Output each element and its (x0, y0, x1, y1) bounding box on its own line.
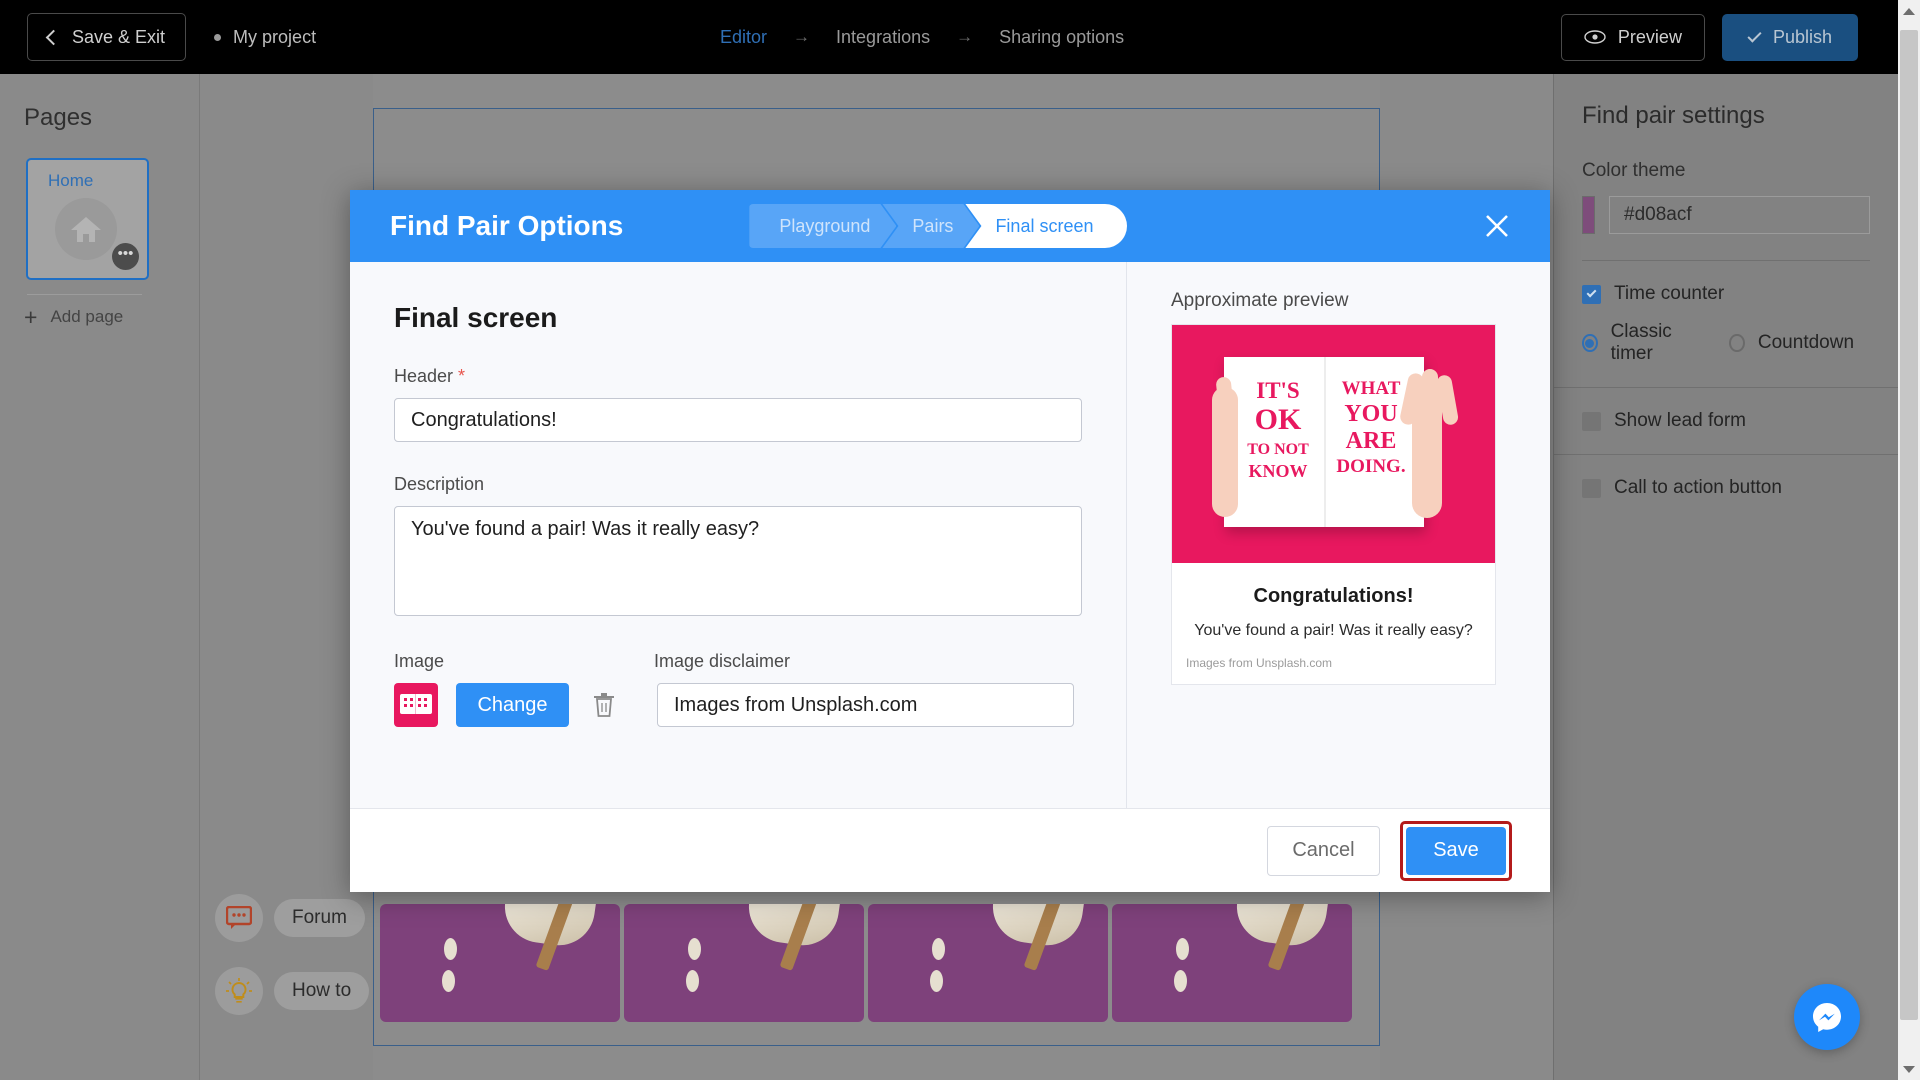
description-textarea[interactable] (394, 506, 1082, 616)
book-text-left-4: KNOW (1248, 461, 1308, 481)
preview-image: IT'S OK TO NOT KNOW WHAT YOU ARE DOING. (1172, 325, 1495, 563)
header-input[interactable] (394, 398, 1082, 442)
final-screen-form: Final screen Header* Description Image I… (350, 262, 1127, 808)
finger (1422, 369, 1438, 425)
preview-card: IT'S OK TO NOT KNOW WHAT YOU ARE DOING. (1171, 324, 1496, 685)
book-text-right-3: ARE (1345, 428, 1397, 454)
preview-panel: Approximate preview IT'S OK TO NOT KNOW … (1127, 262, 1550, 808)
save-button-highlight: Save (1400, 820, 1512, 881)
modal-footer: Cancel Save (350, 808, 1550, 892)
image-thumbnail (394, 683, 438, 727)
modal-title: Find Pair Options (390, 210, 624, 241)
required-asterisk: * (458, 366, 466, 386)
find-pair-options-modal: Find Pair Options Playground Pairs Final… (350, 190, 1550, 892)
preview-title: Congratulations! (1253, 585, 1414, 607)
save-button[interactable]: Save (1406, 826, 1506, 875)
image-row: Change (394, 683, 1082, 727)
book-text-right-1: WHAT (1341, 378, 1401, 399)
header-field-label: Header * (394, 366, 1082, 387)
cancel-button[interactable]: Cancel (1267, 825, 1380, 876)
image-disclaimer-label: Image disclaimer (654, 651, 791, 671)
step-final-screen[interactable]: Final screen (965, 204, 1128, 248)
image-disclaimer-input[interactable] (657, 683, 1074, 727)
form-heading: Final screen (394, 302, 558, 333)
modal-overlay: Find Pair Options Playground Pairs Final… (0, 0, 1920, 1080)
book-illustration: IT'S OK TO NOT KNOW WHAT YOU ARE DOING. (1224, 357, 1424, 527)
step-navigation: Playground Pairs Final screen (749, 204, 1128, 248)
header-label-text: Header (394, 366, 454, 386)
step-playground[interactable]: Playground (749, 204, 896, 248)
book-text-right-4: DOING. (1336, 456, 1406, 477)
image-row-labels: Image Image disclaimer (394, 651, 1082, 672)
delete-image-button[interactable] (593, 692, 615, 718)
preview-disclaimer: Images from Unsplash.com (1186, 656, 1333, 670)
book-text-left-1: IT'S (1256, 378, 1300, 403)
approximate-preview-label: Approximate preview (1171, 290, 1349, 311)
step-pairs[interactable]: Pairs (882, 204, 979, 248)
change-image-button[interactable]: Change (456, 683, 569, 727)
close-icon[interactable] (1482, 211, 1512, 241)
modal-header: Find Pair Options Playground Pairs Final… (350, 190, 1550, 262)
book-text-left-2: OK (1254, 403, 1302, 436)
book-text-left-3: TO NOT (1247, 441, 1309, 458)
description-field-label: Description (394, 474, 485, 494)
preview-description: You've found a pair! Was it really easy? (1194, 622, 1473, 639)
modal-body: Final screen Header* Description Image I… (350, 262, 1550, 808)
image-label: Image (394, 651, 445, 671)
